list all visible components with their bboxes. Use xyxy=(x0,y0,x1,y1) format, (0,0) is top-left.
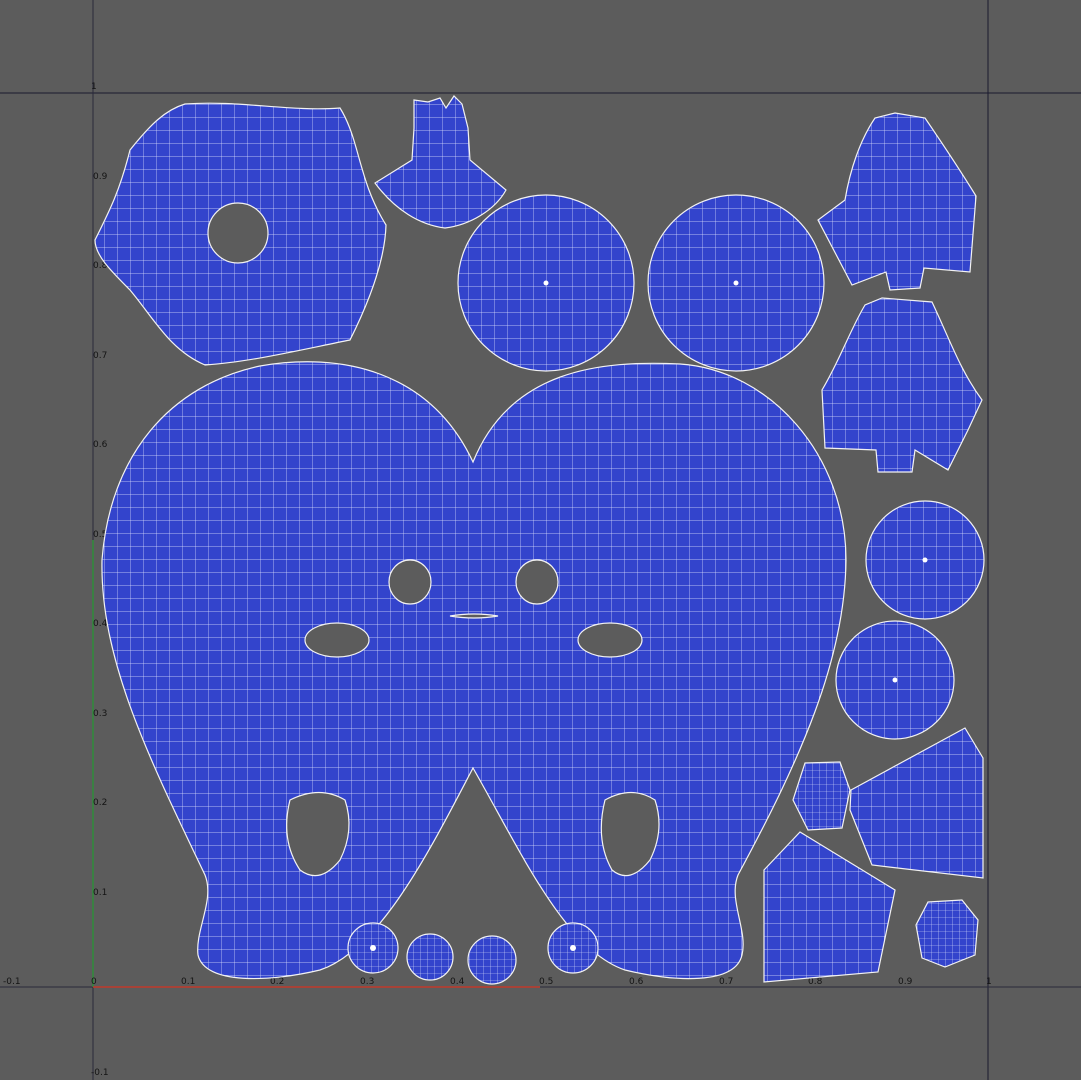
v-tick-label: 0.2 xyxy=(93,798,107,808)
v-tick-label: 0.6 xyxy=(93,440,108,450)
button-c[interactable] xyxy=(467,935,517,985)
u-tick-label: 0.4 xyxy=(450,977,465,987)
button-d[interactable] xyxy=(547,922,599,974)
disc-medium-a[interactable] xyxy=(865,500,985,620)
hood-shell[interactable] xyxy=(94,102,387,366)
v-tick-label: 0.4 xyxy=(93,619,108,629)
button-a[interactable] xyxy=(347,922,399,974)
u-tick-label: 0.7 xyxy=(719,977,733,987)
u-tick-label: 0 xyxy=(91,977,97,987)
hood-hole xyxy=(207,202,269,264)
v-tick-label: 0.7 xyxy=(93,351,107,361)
u-tick-label: 1 xyxy=(986,977,992,987)
mouth-slit xyxy=(449,613,499,619)
face-shell[interactable] xyxy=(101,361,847,980)
patch-small[interactable] xyxy=(792,761,851,831)
bag-shell-a[interactable] xyxy=(817,112,977,291)
cheek-hole-left xyxy=(304,622,370,658)
u-tick-label: 0.5 xyxy=(539,977,553,987)
u-tick-label: 0.3 xyxy=(360,977,374,987)
button-b[interactable] xyxy=(406,933,454,981)
u-tick-label: 0.6 xyxy=(629,977,644,987)
disc-large-b[interactable] xyxy=(647,194,825,372)
u-tick-label: -0.1 xyxy=(3,977,21,987)
cheek-hole-right xyxy=(577,622,643,658)
bag-shell-b[interactable] xyxy=(821,297,983,473)
uv-editor-viewport[interactable]: -0.1 0 0.1 0.2 0.3 0.4 0.5 0.6 0.7 0.8 0… xyxy=(0,0,1081,1080)
patch-round[interactable] xyxy=(915,899,979,968)
eye-hole-right xyxy=(515,559,559,605)
u-tick-label: 0.9 xyxy=(898,977,913,987)
v-tick-label: 0.3 xyxy=(93,709,107,719)
eye-hole-left xyxy=(388,559,432,605)
v-tick-label: -0.1 xyxy=(91,1068,109,1078)
disc-medium-b[interactable] xyxy=(835,620,955,740)
collar-shell[interactable] xyxy=(374,95,507,229)
u-tick-label: 0.1 xyxy=(181,977,195,987)
curved-panel-a[interactable] xyxy=(849,727,984,879)
disc-large-a[interactable] xyxy=(457,194,635,372)
v-tick-label: 0.1 xyxy=(93,888,107,898)
v-tick-label: 1 xyxy=(91,82,97,92)
v-tick-label: 0.9 xyxy=(93,172,108,182)
